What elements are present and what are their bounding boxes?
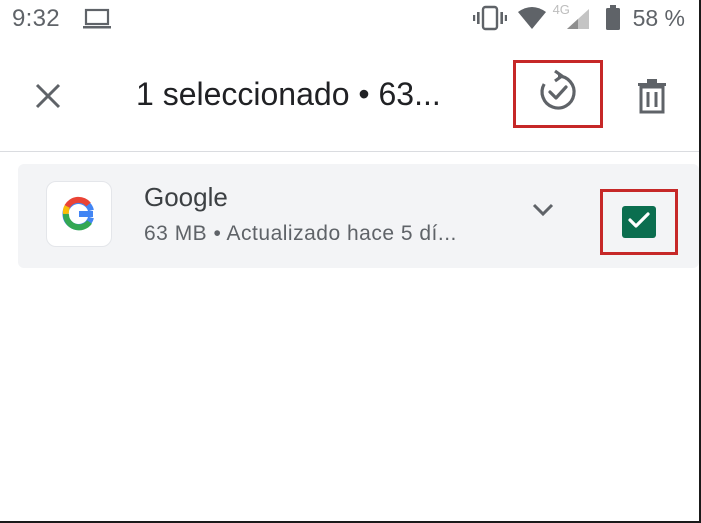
close-icon: [34, 82, 62, 115]
laptop-icon: [82, 7, 112, 31]
checkmark-icon: [628, 211, 650, 234]
status-time: 9:32: [12, 5, 60, 32]
selection-toolbar: 1 seleccionado • 63...: [0, 44, 699, 148]
status-icons: 4G 58 %: [472, 2, 685, 33]
toolbar-divider: [0, 151, 699, 152]
battery-icon: [605, 5, 621, 31]
chevron-down-icon: [531, 201, 555, 222]
app-name: Google: [144, 182, 228, 212]
vibrate-icon: [472, 5, 507, 31]
close-button[interactable]: [26, 76, 70, 120]
app-list-item[interactable]: Google 63 MB • Actualizado hace 5 dí...: [18, 164, 699, 268]
google-logo-icon: [46, 181, 112, 247]
expand-button[interactable]: [526, 194, 560, 228]
update-button[interactable]: [513, 60, 603, 128]
status-bar: 9:32 4G 58 %: [0, 0, 699, 40]
checkbox-checked: [622, 206, 656, 238]
select-checkbox[interactable]: [600, 189, 678, 255]
signal-icon: 4G: [551, 2, 597, 32]
update-icon: [535, 69, 581, 120]
app-size-updated: 63 MB • Actualizado hace 5 dí...: [144, 222, 457, 245]
wifi-icon: [517, 6, 547, 30]
delete-button[interactable]: [628, 74, 676, 122]
battery-percent: 58 %: [632, 4, 685, 31]
selection-title: 1 seleccionado • 63...: [136, 76, 441, 112]
trash-icon: [637, 78, 667, 119]
